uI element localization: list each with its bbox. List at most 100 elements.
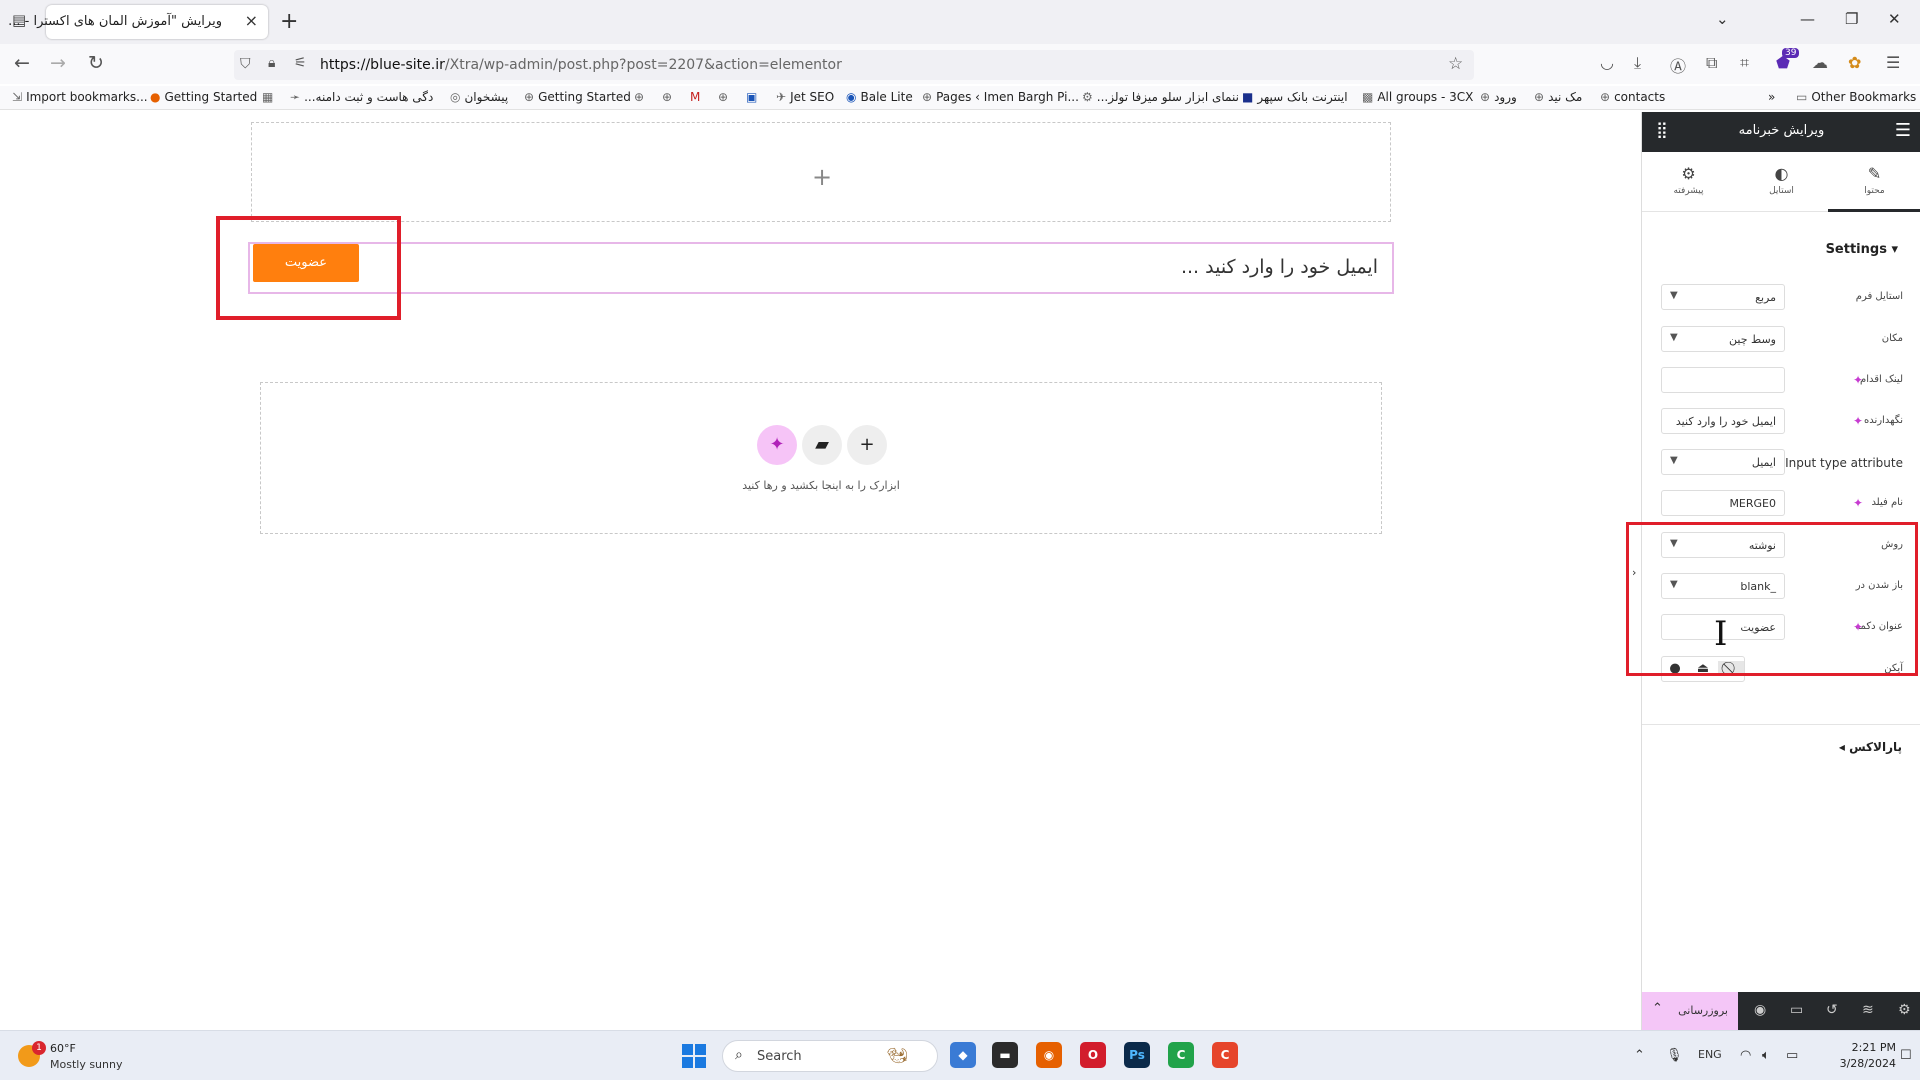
close-tab-icon[interactable]: ×: [245, 11, 258, 30]
form-style-select[interactable]: مربع ▼: [1661, 284, 1785, 310]
field-action-link: لینک اقدام ✦: [1642, 365, 1920, 397]
start-button[interactable]: [682, 1044, 706, 1068]
opera-icon[interactable]: O: [1080, 1042, 1106, 1068]
bookmark-folder-icon[interactable]: ▦: [262, 90, 277, 104]
permissions-icon[interactable]: ⚟: [294, 55, 307, 71]
globe-icon[interactable]: ⊕: [634, 90, 648, 104]
restore-icon[interactable]: ❐: [1845, 10, 1858, 28]
bookmark-item[interactable]: ⇲ Import bookmarks...: [12, 90, 148, 104]
template-folder-icon[interactable]: ▰: [802, 425, 842, 465]
settings-gear-icon[interactable]: ⚙: [1898, 1002, 1911, 1018]
list-all-tabs-icon[interactable]: ⌄: [1716, 10, 1729, 28]
shield-icon[interactable]: ⛉: [240, 56, 251, 72]
chevron-up-icon[interactable]: ⌃: [1652, 1001, 1663, 1016]
close-window-icon[interactable]: ✕: [1888, 10, 1901, 28]
caret-down-icon: ▾: [1891, 242, 1898, 257]
hamburger-icon[interactable]: ☰: [1895, 120, 1911, 141]
gmail-icon[interactable]: M: [690, 90, 700, 104]
crop-icon[interactable]: ⌗: [1740, 53, 1749, 73]
photoshop-icon[interactable]: Ps: [1124, 1042, 1150, 1068]
bookmark-item[interactable]: ⊕ contacts: [1600, 90, 1665, 104]
notifications-icon[interactable]: ☐: [1900, 1048, 1912, 1063]
file-explorer-icon[interactable]: ▬: [992, 1042, 1018, 1068]
bookmark-item[interactable]: ⊕ ورود: [1480, 90, 1517, 104]
bookmark-item[interactable]: ◉ Bale Lite: [846, 90, 913, 104]
input-type-select[interactable]: ایمیل ▼: [1661, 449, 1785, 475]
text-cursor-icon: I: [1714, 614, 1728, 654]
bookmark-star-icon[interactable]: ☆: [1448, 54, 1463, 74]
back-icon[interactable]: ←: [14, 52, 30, 74]
copilot-icon[interactable]: ◆: [950, 1042, 976, 1068]
volume-icon[interactable]: 🔈︎: [1762, 1048, 1770, 1063]
action-link-input[interactable]: [1661, 367, 1785, 393]
ai-sparkle-icon[interactable]: ✦: [1853, 496, 1863, 510]
bookmark-item[interactable]: ⊕ Pages ‹ Imen Bargh Pi...: [922, 90, 1079, 104]
alignment-select[interactable]: وسط چین ▼: [1661, 326, 1785, 352]
language-indicator[interactable]: ENG: [1698, 1048, 1722, 1061]
account-icon[interactable]: Ⓐ: [1670, 53, 1686, 77]
bookmark-item[interactable]: ⚙ ...ننمای ابزار سلو میزفا تولز: [1082, 90, 1239, 104]
field-name-input[interactable]: MERGE0: [1661, 490, 1785, 516]
downloads-icon[interactable]: ⤓: [1634, 53, 1641, 73]
tab-style[interactable]: ◐ استایل: [1735, 152, 1828, 212]
history-icon[interactable]: ↺: [1826, 1002, 1838, 1018]
reload-icon[interactable]: ↻: [88, 52, 104, 74]
caret-down-icon: ▼: [1670, 290, 1678, 301]
parallax-section-toggle[interactable]: پارالاکس ◂: [1839, 740, 1902, 754]
search-icon: ⌕: [735, 1047, 743, 1063]
preview-eye-icon[interactable]: ◉: [1754, 1002, 1766, 1018]
app-menu-icon[interactable]: ☰: [1886, 53, 1900, 72]
bookmark-item[interactable]: ▩ All groups - 3CX: [1362, 90, 1473, 104]
tab-advanced[interactable]: ⚙ پیشرفته: [1642, 152, 1735, 212]
forward-icon[interactable]: →: [50, 52, 66, 74]
add-element-icon[interactable]: +: [812, 163, 832, 191]
bookmark-item[interactable]: ◎ پیشخوان: [450, 90, 508, 104]
minimize-icon[interactable]: —: [1800, 10, 1815, 28]
app-icon[interactable]: ▣: [746, 90, 757, 104]
empty-section[interactable]: +: [251, 122, 1391, 222]
active-tab[interactable]: ویرایش "آموزش المان های اکسترا - ... ×: [8, 5, 268, 39]
navigator-layers-icon[interactable]: ≋: [1862, 1002, 1874, 1018]
other-bookmarks[interactable]: ▭ Other Bookmarks: [1796, 90, 1916, 104]
bookmark-item[interactable]: ➛ ...دگی هاست و ثبت دامنه: [290, 90, 433, 104]
globe-icon[interactable]: ⊕: [662, 90, 676, 104]
bookmark-item[interactable]: ⊕ Getting Started: [524, 90, 631, 104]
add-section-icon[interactable]: +: [847, 425, 887, 465]
bookmark-item[interactable]: ■ اینترنت بانک سپهر: [1242, 90, 1348, 104]
lock-icon[interactable]: 🔒︎: [268, 55, 275, 71]
battery-icon[interactable]: ▭: [1786, 1048, 1798, 1063]
microphone-icon[interactable]: 🎙︎: [1666, 1048, 1683, 1063]
ai-sparkle-icon[interactable]: ✦: [757, 425, 797, 465]
responsive-icon[interactable]: ▭: [1790, 1002, 1803, 1018]
url-text[interactable]: https://blue-site.ir/Xtra/wp-admin/post.…: [320, 57, 842, 73]
newsletter-form[interactable]: ایمیل خود را وارد کنید ... عضویت: [248, 242, 1394, 294]
camtasia-green-icon[interactable]: C: [1168, 1042, 1194, 1068]
new-tab-button[interactable]: +: [280, 9, 298, 34]
addon-icon[interactable]: ✿: [1848, 53, 1861, 72]
pocket-icon[interactable]: ◡: [1600, 53, 1614, 72]
firefox-icon[interactable]: ◉: [1036, 1042, 1062, 1068]
drop-zone[interactable]: ✦ ▰ + ابزارک را به اینجا بکشید و رها کنی…: [260, 382, 1382, 534]
tray-overflow-icon[interactable]: ⌃: [1634, 1048, 1645, 1063]
address-bar[interactable]: ⛉ 🔒︎ ⚟ https://blue-site.ir/Xtra/wp-admi…: [234, 50, 1474, 80]
bookmark-item[interactable]: ● Getting Started: [150, 90, 257, 104]
weather-condition: Mostly sunny: [50, 1058, 123, 1071]
ai-sparkle-icon[interactable]: ✦: [1853, 414, 1863, 428]
bookmark-item[interactable]: ✈ Jet SEO: [776, 90, 834, 104]
update-button[interactable]: ⌃ بروزرسانی: [1642, 992, 1738, 1030]
settings-section-toggle[interactable]: Settings ▾: [1826, 242, 1898, 257]
vpn-icon[interactable]: ☁: [1812, 53, 1828, 72]
placeholder-input[interactable]: ایمیل خود را وارد کنید: [1661, 408, 1785, 434]
extensions-icon[interactable]: ⧉: [1706, 53, 1717, 73]
more-bookmarks-icon[interactable]: »: [1768, 90, 1775, 104]
collapse-panel-icon[interactable]: ›: [1632, 566, 1636, 579]
clock[interactable]: 2:21 PM 3/28/2024: [1818, 1040, 1896, 1072]
globe-icon[interactable]: ⊕: [718, 90, 732, 104]
tab-content[interactable]: ✎ محتوا: [1828, 152, 1920, 212]
ai-sparkle-icon[interactable]: ✦: [1853, 373, 1863, 387]
bookmark-item[interactable]: ⊕ مک نید: [1534, 90, 1582, 104]
taskbar-search[interactable]: ⌕ Search 🦦︎: [722, 1040, 938, 1072]
email-input[interactable]: ایمیل خود را وارد کنید ...: [1181, 256, 1378, 278]
camtasia-red-icon[interactable]: C: [1212, 1042, 1238, 1068]
wifi-icon[interactable]: ◠: [1740, 1048, 1751, 1063]
